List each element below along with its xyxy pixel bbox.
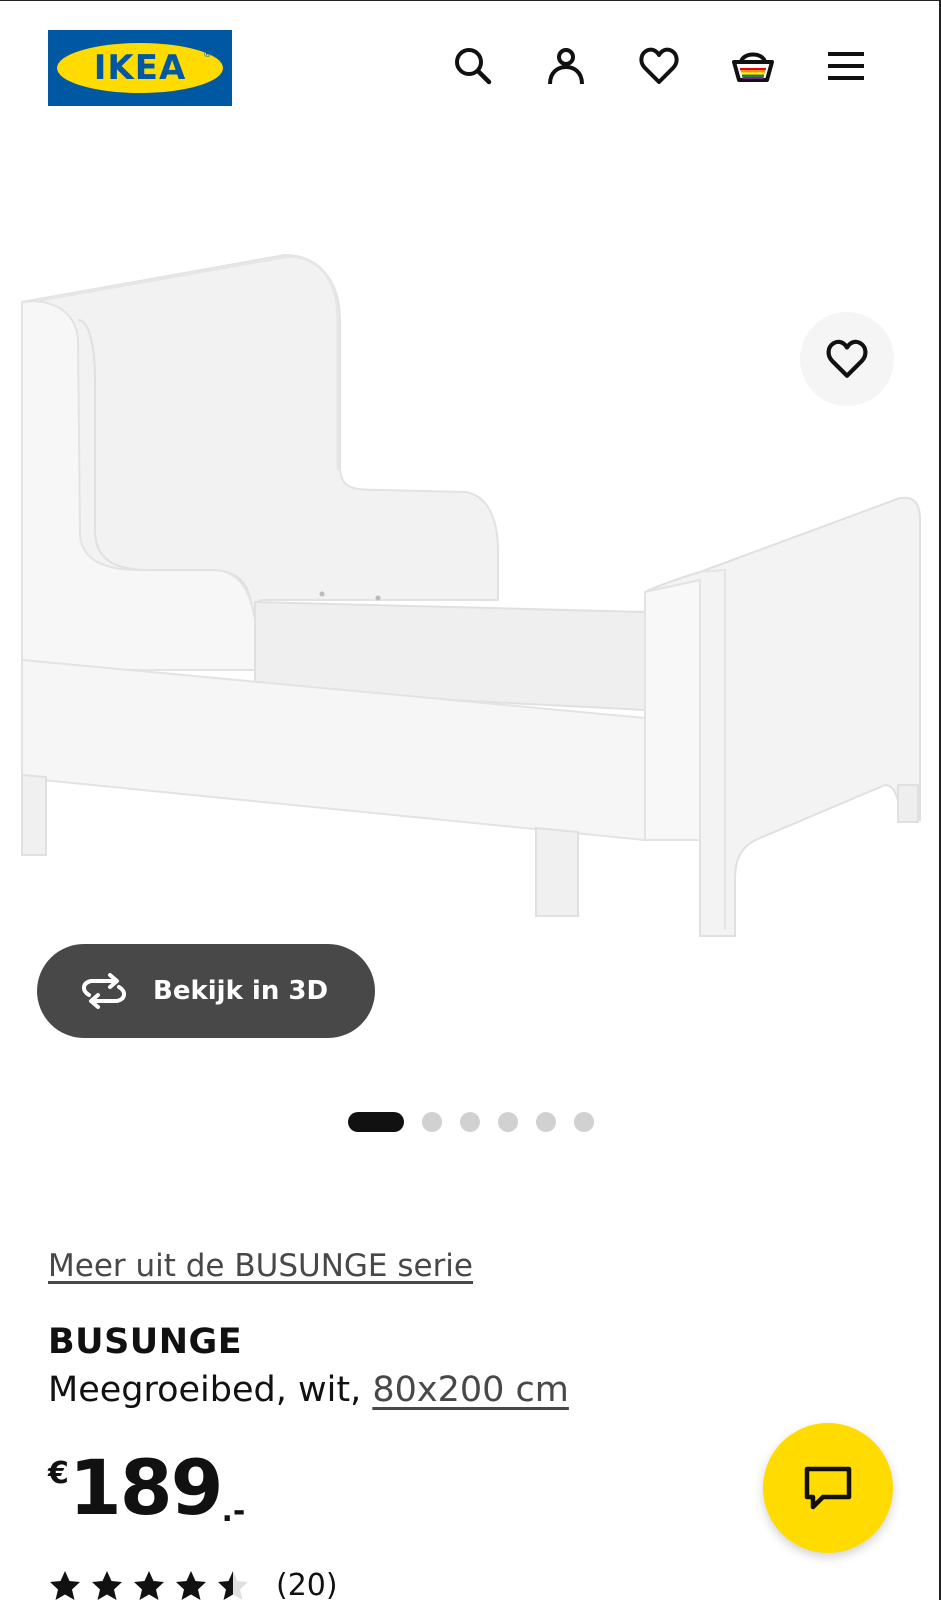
price-currency: € bbox=[48, 1456, 69, 1491]
account-icon[interactable] bbox=[542, 42, 590, 90]
star-icon bbox=[50, 1570, 80, 1600]
star-icon bbox=[134, 1570, 164, 1600]
product-size-link[interactable]: 80x200 cm bbox=[372, 1370, 569, 1410]
heart-icon bbox=[826, 339, 868, 378]
rating[interactable]: (20) bbox=[48, 1568, 338, 1600]
logo-oval: IKEA bbox=[57, 43, 223, 93]
logo-registered: ® bbox=[203, 50, 212, 60]
product-type: Meegroeibed, wit, bbox=[48, 1370, 362, 1410]
favorite-button[interactable] bbox=[800, 312, 894, 406]
menu-icon[interactable] bbox=[822, 42, 870, 90]
logo-text: IKEA bbox=[93, 48, 187, 88]
carousel-dot-2[interactable] bbox=[422, 1112, 442, 1132]
rotate-icon bbox=[82, 973, 126, 1009]
carousel-dot-4[interactable] bbox=[498, 1112, 518, 1132]
heart-icon[interactable] bbox=[635, 42, 683, 90]
star-icon bbox=[176, 1570, 206, 1600]
rating-stars bbox=[48, 1569, 250, 1600]
carousel-dot-3[interactable] bbox=[460, 1112, 480, 1132]
carousel-dot-5[interactable] bbox=[536, 1112, 556, 1132]
series-link[interactable]: Meer uit de BUSUNGE serie bbox=[48, 1248, 473, 1284]
price-amount: 189 bbox=[68, 1443, 224, 1532]
chat-button[interactable] bbox=[763, 1423, 893, 1553]
star-icon bbox=[92, 1570, 122, 1600]
carousel-dot-1[interactable] bbox=[348, 1112, 404, 1132]
view-3d-label: Bekijk in 3D bbox=[153, 976, 329, 1006]
ikea-logo[interactable]: IKEA ® bbox=[48, 30, 232, 106]
header: IKEA ® bbox=[0, 0, 941, 130]
price: € 189 .- bbox=[48, 1443, 246, 1532]
chat-icon bbox=[804, 1466, 852, 1510]
review-count: (20) bbox=[276, 1568, 338, 1600]
view-3d-button[interactable]: Bekijk in 3D bbox=[37, 944, 375, 1038]
search-icon[interactable] bbox=[449, 42, 497, 90]
carousel-dot-6[interactable] bbox=[574, 1112, 594, 1132]
star-icon bbox=[218, 1570, 248, 1600]
product-name: BUSUNGE bbox=[48, 1322, 243, 1362]
carousel-indicator bbox=[348, 1112, 594, 1132]
cart-icon[interactable] bbox=[729, 42, 777, 90]
product-description: Meegroeibed, wit, 80x200 cm bbox=[48, 1370, 569, 1410]
price-decimals: .- bbox=[221, 1494, 246, 1529]
